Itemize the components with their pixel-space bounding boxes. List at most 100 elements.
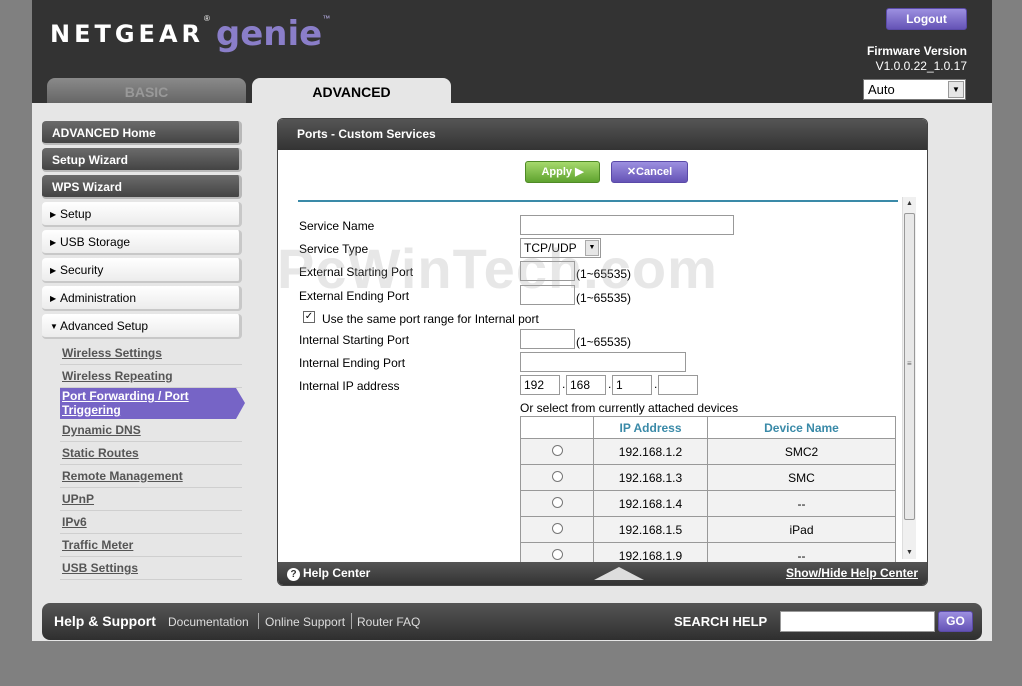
product-trademark: ™ — [322, 14, 331, 23]
language-select-value: Auto — [868, 82, 895, 97]
sidebar-link-label: Static Routes — [62, 446, 139, 460]
sidebar-link-label: Traffic Meter — [62, 538, 134, 552]
device-ip: 192.168.1.2 — [593, 438, 708, 465]
sidebar-section-label: Setup — [60, 207, 92, 221]
sidebar-link-wireless-repeating[interactable]: Wireless Repeating — [60, 365, 242, 388]
apply-button[interactable]: Apply ▶ — [525, 161, 600, 183]
logout-button[interactable]: Logout — [886, 8, 967, 30]
header: NETGEAR® genie™ Logout Firmware Version V… — [32, 0, 992, 103]
cancel-button[interactable]: ✕Cancel — [611, 161, 688, 183]
sidebar-setup-wizard[interactable]: Setup Wizard — [42, 148, 242, 172]
sidebar-section-setup[interactable]: ▶ Setup — [42, 202, 242, 227]
scroll-down-arrow-icon[interactable]: ▼ — [903, 546, 916, 559]
sidebar-section-label: USB Storage — [60, 235, 131, 249]
sidebar-link-label: Remote Management — [62, 469, 183, 483]
radio-button[interactable] — [551, 470, 563, 482]
brand-trademark: ® — [204, 14, 210, 23]
sidebar-section-usb-storage[interactable]: ▶ USB Storage — [42, 230, 242, 255]
internal-ending-port-input[interactable] — [520, 352, 686, 372]
sidebar-link-label: UPnP — [62, 492, 95, 506]
same-port-range-checkbox[interactable]: ✓ — [303, 311, 315, 323]
device-name: -- — [707, 490, 896, 517]
table-row: 192.168.1.5 iPad — [520, 516, 896, 543]
sidebar-link-label: Wireless Repeating — [62, 369, 173, 383]
ip-segment-4-input[interactable] — [658, 375, 698, 395]
expand-arrow-icon[interactable] — [594, 567, 644, 580]
sidebar-section-administration[interactable]: ▶ Administration — [42, 286, 242, 311]
sidebar-link-label: Wireless Settings — [62, 346, 162, 360]
table-header-ip: IP Address — [593, 416, 708, 439]
service-name-input[interactable] — [520, 215, 734, 235]
table-row: 192.168.1.4 -- — [520, 490, 896, 517]
brand-name: NETGEAR — [50, 20, 204, 48]
sidebar-link-port-forwarding[interactable]: Port Forwarding / Port Triggering — [60, 388, 245, 419]
service-type-value: TCP/UDP — [524, 241, 577, 255]
sidebar-section-security[interactable]: ▶ Security — [42, 258, 242, 283]
same-port-range-label: Use the same port range for Internal por… — [322, 312, 539, 326]
page-title: Ports - Custom Services — [278, 119, 927, 150]
product-name: genie — [215, 14, 323, 54]
show-hide-help-center-link[interactable]: Show/Hide Help Center — [786, 566, 918, 580]
device-radio-cell[interactable] — [520, 438, 594, 465]
triangle-right-icon: ▶ — [50, 210, 57, 220]
help-center-button[interactable]: ? Help Center — [287, 566, 370, 581]
grip-icon: ≡ — [907, 359, 912, 368]
radio-button[interactable] — [551, 548, 563, 560]
sidebar-link-label: USB Settings — [62, 561, 139, 575]
device-radio-cell[interactable] — [520, 490, 594, 517]
internal-starting-port-label: Internal Starting Port — [299, 333, 410, 347]
device-ip: 192.168.1.4 — [593, 490, 708, 517]
router-faq-link[interactable]: Router FAQ — [357, 615, 420, 629]
sidebar-section-label: Security — [60, 263, 104, 277]
internal-ending-port-label: Internal Ending Port — [299, 356, 406, 370]
sidebar-section-label: Administration — [60, 291, 137, 305]
tab-advanced[interactable]: ADVANCED — [252, 78, 451, 103]
radio-button[interactable] — [551, 522, 563, 534]
select-devices-label: Or select from currently attached device… — [520, 401, 739, 415]
internal-ip-address-label: Internal IP address — [299, 379, 400, 393]
content-scrollbar[interactable]: ▲ ≡ ▼ — [902, 197, 916, 559]
radio-button[interactable] — [551, 444, 563, 456]
sidebar-link-dynamic-dns[interactable]: Dynamic DNS — [60, 419, 242, 442]
scroll-up-arrow-icon[interactable]: ▲ — [903, 197, 916, 210]
device-radio-cell[interactable] — [520, 516, 594, 543]
sidebar-section-advanced-setup[interactable]: ▼ Advanced Setup — [42, 314, 242, 339]
attached-devices-table: IP Address Device Name 192.168.1.2 SMC2 … — [520, 416, 896, 569]
sidebar-link-upnp[interactable]: UPnP — [60, 488, 242, 511]
tab-basic[interactable]: BASIC — [47, 78, 246, 103]
ip-segment-1-input[interactable]: 192 — [520, 375, 560, 395]
online-support-link[interactable]: Online Support — [265, 615, 345, 629]
external-starting-port-input[interactable] — [520, 261, 575, 281]
ip-dot: . — [608, 377, 612, 391]
sidebar-link-ipv6[interactable]: IPv6 — [60, 511, 242, 534]
table-header-device-name: Device Name — [707, 416, 896, 439]
radio-button[interactable] — [551, 496, 563, 508]
help-center-bar: ? Help Center Show/Hide Help Center — [278, 562, 927, 585]
ip-segment-2-input[interactable]: 168 — [566, 375, 606, 395]
service-type-select[interactable]: TCP/UDP ▼ — [520, 238, 601, 258]
sidebar-link-traffic-meter[interactable]: Traffic Meter — [60, 534, 242, 557]
scroll-thumb[interactable]: ≡ — [904, 213, 915, 520]
sidebar-advanced-home[interactable]: ADVANCED Home — [42, 121, 242, 145]
triangle-right-icon: ▶ — [50, 238, 57, 248]
internal-starting-port-input[interactable] — [520, 329, 575, 349]
chevron-down-icon: ▼ — [948, 81, 964, 98]
router-admin-frame: NETGEAR® genie™ Logout Firmware Version V… — [32, 0, 992, 641]
sidebar-link-wireless-settings[interactable]: Wireless Settings — [60, 342, 242, 365]
external-starting-port-label: External Starting Port — [299, 265, 414, 279]
language-select[interactable]: Auto ▼ — [863, 79, 966, 100]
sidebar-wps-wizard[interactable]: WPS Wizard — [42, 175, 242, 199]
external-ending-port-input[interactable] — [520, 285, 575, 305]
sidebar-link-remote-management[interactable]: Remote Management — [60, 465, 242, 488]
sidebar-link-usb-settings[interactable]: USB Settings — [60, 557, 242, 580]
ip-segment-3-input[interactable]: 1 — [612, 375, 652, 395]
search-help-input[interactable] — [780, 611, 935, 632]
device-radio-cell[interactable] — [520, 464, 594, 491]
divider — [351, 613, 352, 629]
sidebar-link-static-routes[interactable]: Static Routes — [60, 442, 242, 465]
go-button[interactable]: GO — [938, 611, 973, 632]
triangle-down-icon: ▼ — [50, 322, 58, 332]
firmware-version-label: Firmware Version — [866, 44, 967, 58]
documentation-link[interactable]: Documentation — [168, 615, 249, 629]
device-name: SMC — [707, 464, 896, 491]
